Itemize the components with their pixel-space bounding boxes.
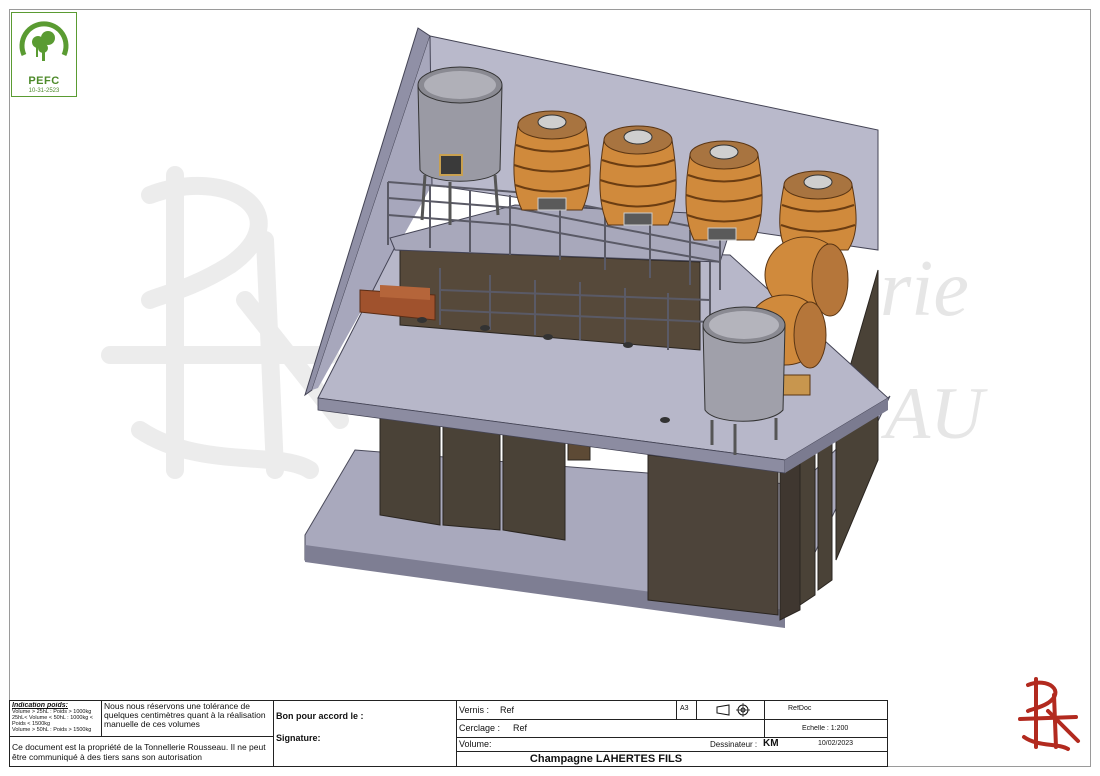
projection-symbol-icon	[716, 703, 750, 717]
cerclage-value: Ref	[513, 723, 528, 733]
watermark-text-2: AU	[880, 373, 988, 455]
drawer-value: KM	[763, 738, 779, 749]
weight-line-4: Volume > 50hL : Poids > 1500kg	[12, 727, 92, 733]
watermark-text-1: rie	[880, 245, 969, 333]
project-name: Champagne LAHERTES FILS	[529, 753, 683, 765]
scale: Echelle : 1:200	[802, 725, 849, 732]
signature-label: Signature:	[276, 733, 321, 743]
weight-info: Indication poids: Volume > 25hL : Poids …	[12, 702, 100, 736]
cerclage-label: Cerclage :	[459, 723, 501, 733]
property-note: Ce document est la propriété de la Tonne…	[12, 742, 266, 762]
wood-vat-2	[599, 125, 677, 226]
cellar-drawing: rie AU	[101, 27, 988, 628]
volume-label: Volume:	[459, 739, 492, 749]
vernis-value: Ref	[500, 705, 515, 715]
watermark-monogram	[101, 166, 349, 479]
tolerance-note: Nous nous réservons une tolérance de que…	[104, 702, 266, 729]
approval-label: Bon pour accord le :	[276, 711, 364, 721]
wood-vat-3	[685, 140, 763, 241]
wood-vat-4	[779, 170, 857, 251]
sheet-format: A3	[680, 705, 689, 712]
vernis-label: Vernis :	[459, 705, 490, 715]
ref-doc: RefDoc	[788, 705, 812, 712]
drawer-label: Dessinateur :	[710, 740, 758, 749]
wood-vat-1	[513, 110, 591, 211]
rousseau-monogram-logo	[1018, 677, 1080, 751]
title-block: Indication poids: Volume > 25hL : Poids …	[9, 700, 888, 767]
weight-info-title: Indication poids:	[12, 702, 68, 709]
date: 10/02/2023	[818, 740, 854, 747]
